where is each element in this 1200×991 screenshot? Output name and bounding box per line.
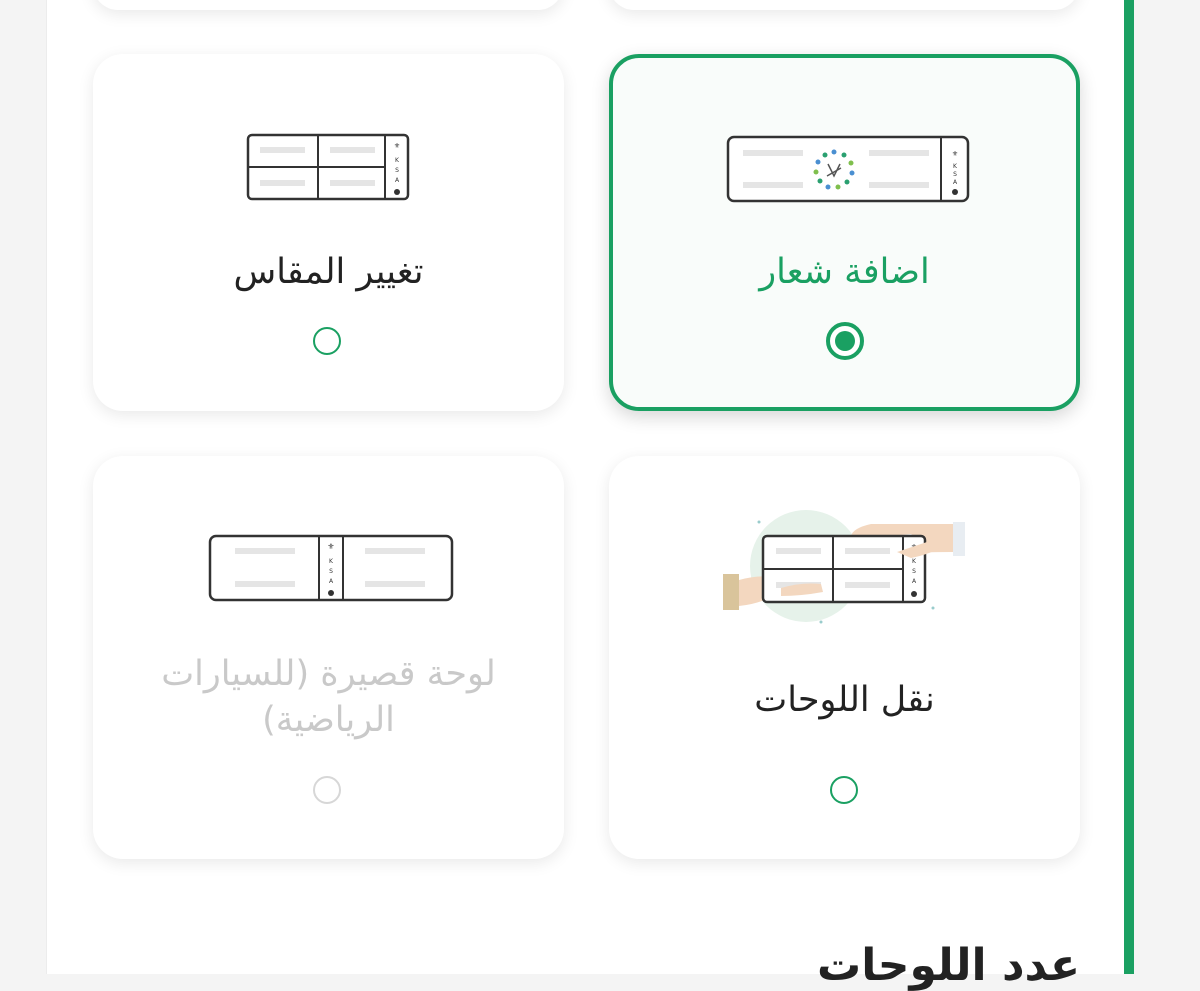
option-card-partial-left[interactable] <box>93 0 563 10</box>
svg-text:⚜: ⚜ <box>327 542 334 551</box>
option-card-plate-transfer[interactable]: ⚜ K S A نقل اللوحات <box>609 456 1080 859</box>
section-title: عدد اللوحات <box>817 940 1080 991</box>
plate-transfer-icon: ⚜ K S A <box>723 510 965 624</box>
svg-text:⚜: ⚜ <box>952 150 958 158</box>
radio-button[interactable] <box>826 322 864 360</box>
option-label: اضافة شعار <box>759 252 930 292</box>
svg-text:⚜: ⚜ <box>394 142 400 150</box>
radio-selected-dot <box>835 331 855 351</box>
option-label: لوحة قصيرة (للسيارات الرياضية) <box>161 654 496 740</box>
radio-button[interactable] <box>830 776 858 804</box>
radio-button[interactable] <box>313 327 341 355</box>
accent-bar <box>1124 0 1134 974</box>
option-card-add-logo[interactable]: ⚜ K S A اضافة شعار <box>609 54 1080 411</box>
plate-short-icon: ⚜ K S A <box>208 534 454 602</box>
svg-text:S: S <box>912 568 916 575</box>
option-card-change-size[interactable]: ⚜ K S A تغيير المقاس <box>93 54 564 411</box>
svg-text:S: S <box>953 171 957 178</box>
svg-text:S: S <box>329 568 333 575</box>
option-card-partial-right[interactable] <box>609 0 1079 10</box>
plate-logo-icon: ⚜ K S A <box>726 135 970 203</box>
option-label: نقل اللوحات <box>754 680 935 720</box>
plate-resize-icon: ⚜ K S A <box>246 133 410 201</box>
option-label: تغيير المقاس <box>233 252 424 292</box>
svg-text:S: S <box>395 167 399 174</box>
radio-button <box>313 776 341 804</box>
option-card-short-plate: ⚜ K S A لوحة قصيرة (للسيارات الرياضية) <box>93 456 564 859</box>
